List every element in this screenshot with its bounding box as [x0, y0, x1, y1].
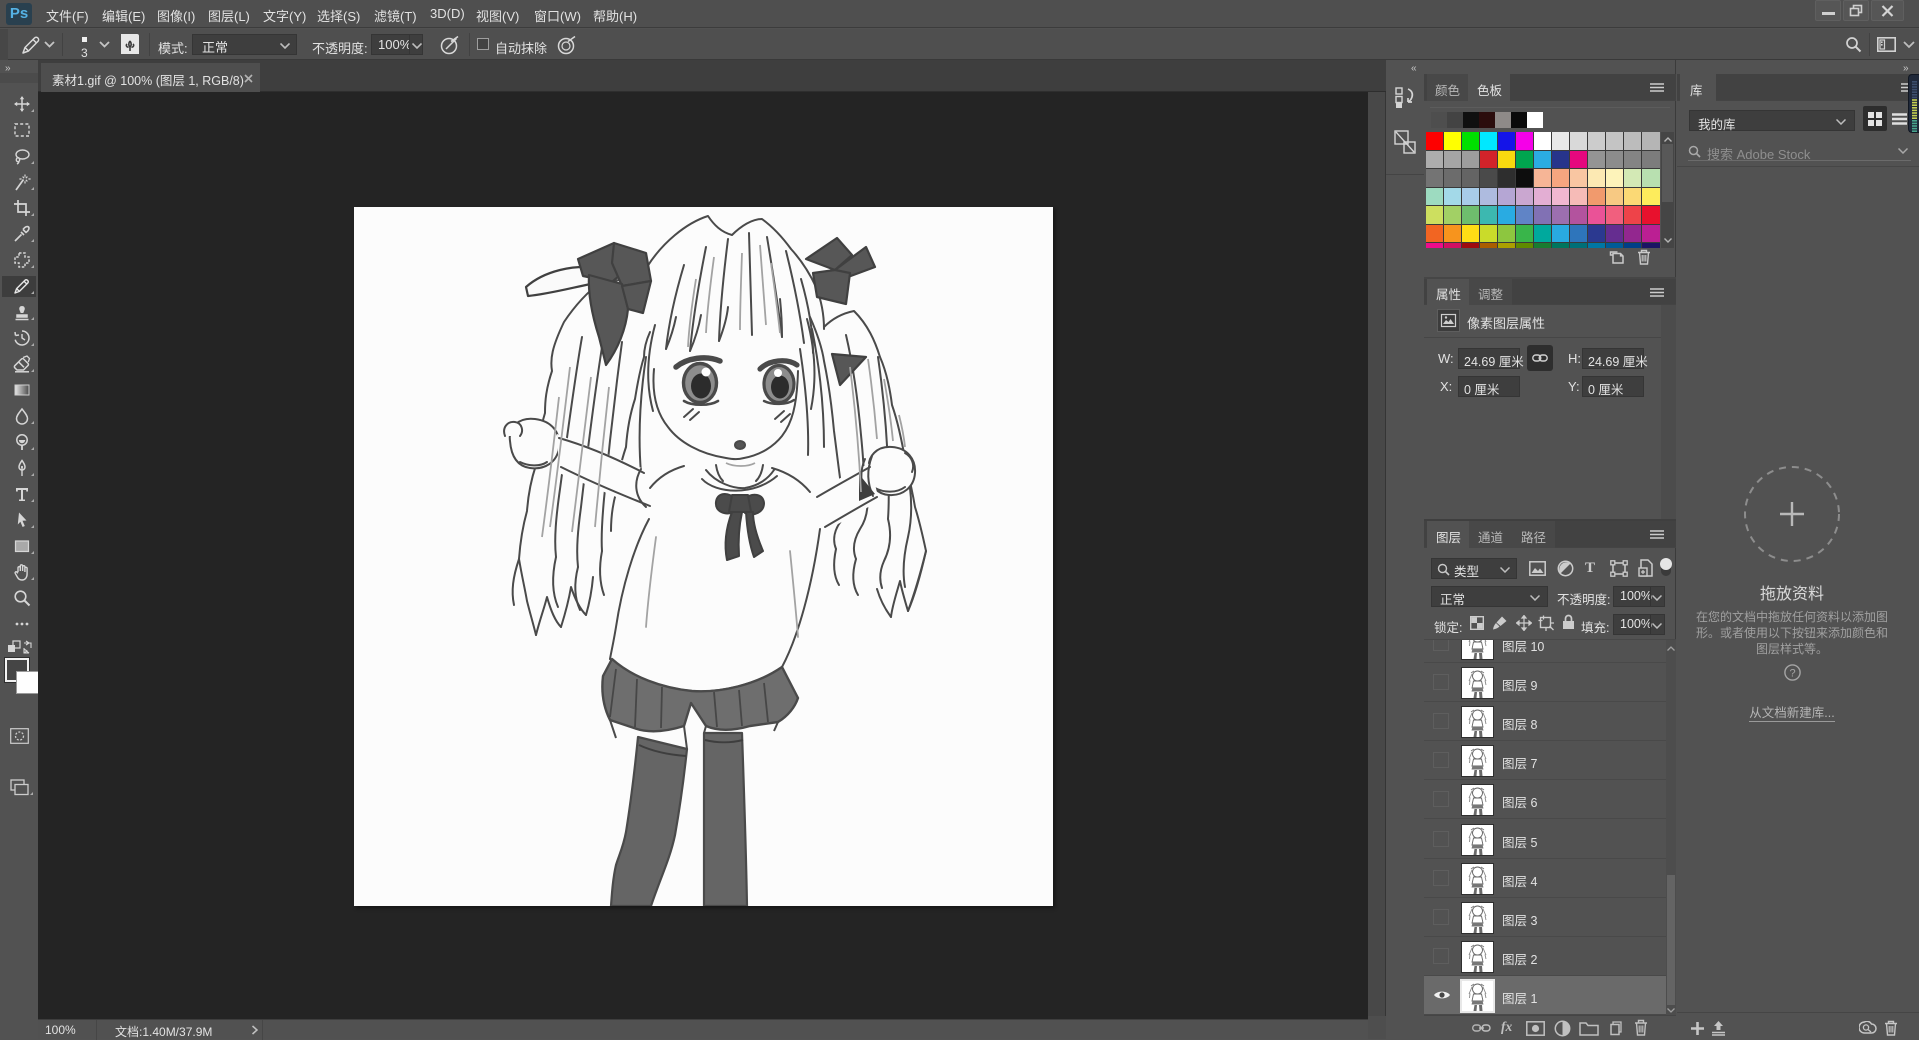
svg-text:?: ? [1789, 668, 1795, 680]
